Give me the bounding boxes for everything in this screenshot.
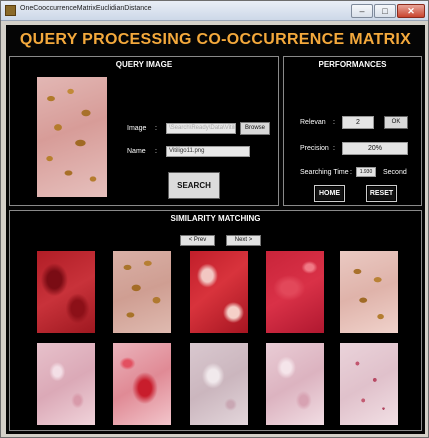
maximize-button[interactable]: □ <box>374 4 396 18</box>
query-image-panel: QUERY IMAGE Image : \Search\Ready\Data\V… <box>9 56 279 206</box>
result-thumbnail[interactable] <box>113 251 171 333</box>
similarity-panel-title: SIMILARITY MATCHING <box>170 214 261 223</box>
result-thumbnail[interactable] <box>37 251 95 333</box>
searching-time-unit: Second <box>383 169 407 176</box>
result-thumbnail[interactable] <box>37 343 95 425</box>
image-label: Image <box>127 125 147 132</box>
precision-value: 20% <box>342 142 408 155</box>
similarity-matching-panel: SIMILARITY MATCHING < Prev Next > <box>9 210 422 431</box>
main-frame: QUERY PROCESSING CO-OCCURRENCE MATRIX QU… <box>6 25 425 434</box>
name-field[interactable]: Vitiligo11.png <box>166 146 250 157</box>
browse-button[interactable]: Browse <box>240 122 270 135</box>
app-window: OneCooccurrenceMatrixEuclidianDistance –… <box>0 0 429 438</box>
searching-time-label: Searching Time <box>300 169 349 176</box>
result-thumbnail[interactable] <box>190 251 248 333</box>
image-path-field[interactable]: \Search\Ready\Data\Vitili <box>166 123 236 134</box>
reset-button[interactable]: RESET <box>366 185 397 202</box>
relevan-colon: : <box>333 119 335 126</box>
searching-time-value: 1.930 <box>356 167 376 177</box>
page-title: QUERY PROCESSING CO-OCCURRENCE MATRIX <box>19 31 412 48</box>
precision-label: Precision <box>300 145 329 152</box>
title-bar[interactable]: OneCooccurrenceMatrixEuclidianDistance –… <box>1 1 428 21</box>
result-thumbnail[interactable] <box>266 251 324 333</box>
performances-panel: PERFORMANCES Relevan : 2 OK Precision : … <box>283 56 422 206</box>
prev-button[interactable]: < Prev <box>180 235 215 246</box>
image-colon: : <box>155 125 157 132</box>
searching-time-colon: : <box>350 169 352 176</box>
query-image <box>37 77 107 197</box>
next-button[interactable]: Next > <box>226 235 261 246</box>
performances-panel-title: PERFORMANCES <box>318 60 387 69</box>
precision-colon: : <box>333 145 335 152</box>
minimize-button[interactable]: – <box>351 4 373 18</box>
relevan-field[interactable]: 2 <box>342 116 374 129</box>
relevan-label: Relevan <box>300 119 326 126</box>
result-thumbnail[interactable] <box>340 251 398 333</box>
search-button[interactable]: SEARCH <box>168 172 220 199</box>
close-button[interactable]: ✕ <box>397 4 425 18</box>
name-label: Name <box>127 148 146 155</box>
result-thumbnail[interactable] <box>113 343 171 425</box>
result-thumbnail[interactable] <box>340 343 398 425</box>
app-icon <box>5 5 16 16</box>
name-colon: : <box>155 148 157 155</box>
home-button[interactable]: HOME <box>314 185 345 202</box>
query-panel-title: QUERY IMAGE <box>115 60 173 69</box>
result-thumbnail[interactable] <box>266 343 324 425</box>
window-title: OneCooccurrenceMatrixEuclidianDistance <box>20 5 152 12</box>
ok-button[interactable]: OK <box>384 116 408 129</box>
result-thumbnail[interactable] <box>190 343 248 425</box>
